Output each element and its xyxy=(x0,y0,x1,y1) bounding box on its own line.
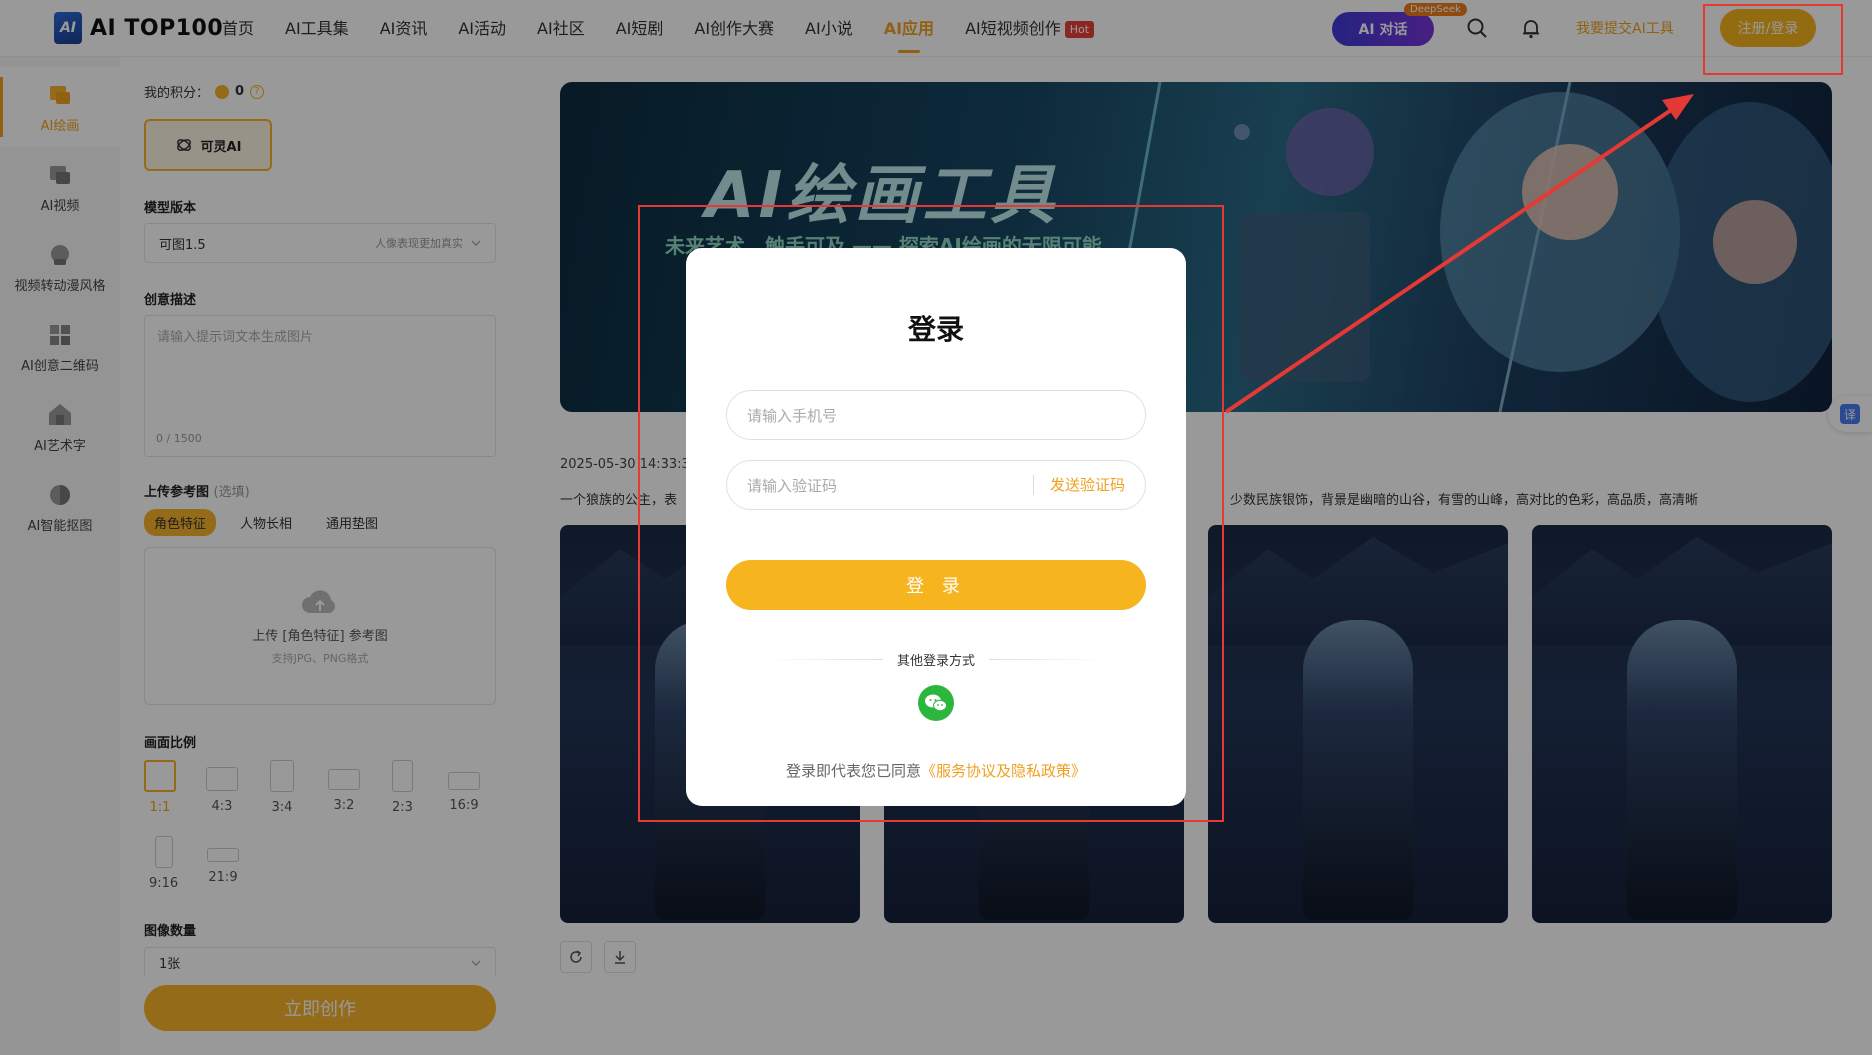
annotation-arrow xyxy=(1224,94,1694,414)
